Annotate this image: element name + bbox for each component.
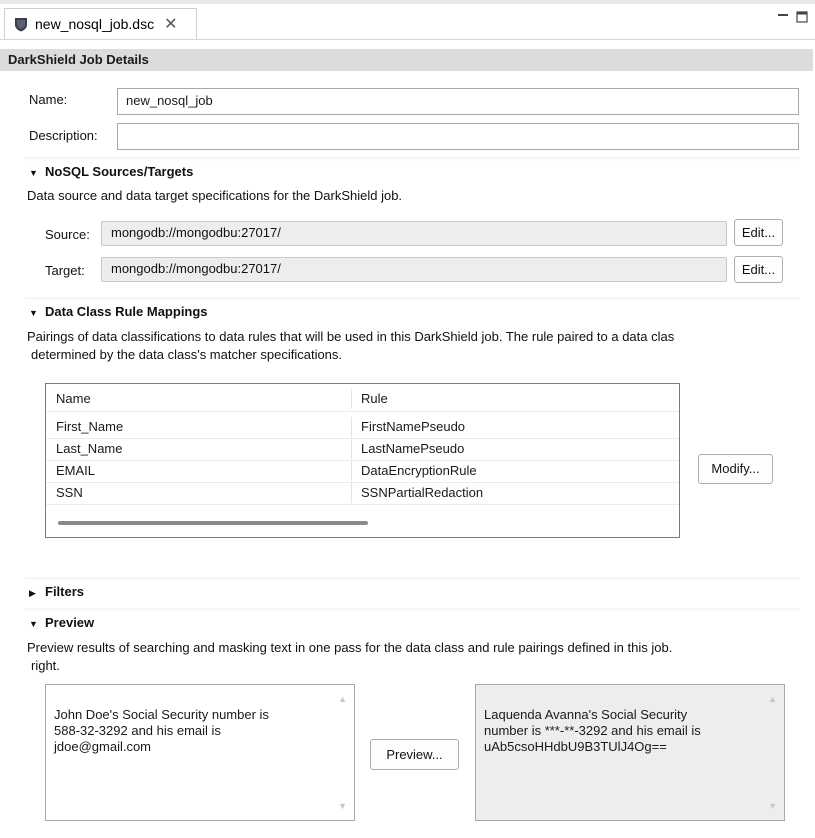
cell-rule: SSNPartialRedaction [361, 485, 484, 500]
nosql-section-header[interactable]: ▼ NoSQL Sources/Targets [29, 164, 193, 179]
filters-section-header[interactable]: ▶ Filters [29, 584, 84, 599]
table-header-row: Name Rule [46, 389, 679, 409]
scroll-down-icon[interactable]: ▼ [768, 798, 777, 814]
description-label: Description: [29, 128, 98, 143]
column-header-rule[interactable]: Rule [361, 389, 388, 409]
column-divider [351, 417, 352, 437]
section-separator [25, 157, 800, 161]
minimize-icon[interactable] [776, 10, 790, 24]
mappings-table[interactable]: Name Rule First_Name FirstNamePseudo Las… [45, 383, 680, 538]
section-separator [25, 608, 800, 612]
target-label: Target: [45, 263, 85, 278]
preview-section-title: Preview [45, 615, 95, 630]
tab-bar-top-strip [0, 0, 815, 4]
nosql-section-title: NoSQL Sources/Targets [45, 164, 194, 179]
modify-button[interactable]: Modify... [698, 454, 773, 484]
expanded-triangle-icon: ▼ [29, 619, 38, 629]
collapsed-triangle-icon: ▶ [29, 588, 36, 598]
cell-name: SSN [56, 485, 83, 500]
tab-bar-divider [0, 39, 815, 40]
preview-button[interactable]: Preview... [370, 739, 459, 770]
cell-rule: LastNamePseudo [361, 441, 465, 456]
cell-name: Last_Name [56, 441, 123, 456]
description-input[interactable] [117, 123, 799, 150]
cell-name: EMAIL [56, 463, 96, 478]
preview-description-line1: Preview results of searching and masking… [27, 640, 673, 655]
table-row[interactable]: EMAIL DataEncryptionRule [46, 461, 679, 481]
source-label: Source: [45, 227, 90, 242]
row-separator [46, 504, 679, 505]
mappings-section-title: Data Class Rule Mappings [45, 304, 208, 319]
preview-input-text: John Doe's Social Security number is 588… [54, 707, 269, 754]
section-separator [25, 577, 800, 581]
preview-output-text: Laquenda Avanna's Social Security number… [484, 707, 701, 754]
form-header: DarkShield Job Details [0, 49, 813, 71]
column-header-name[interactable]: Name [56, 389, 91, 409]
table-row[interactable]: Last_Name LastNamePseudo [46, 439, 679, 459]
expanded-triangle-icon: ▼ [29, 168, 38, 178]
cell-rule: DataEncryptionRule [361, 463, 477, 478]
section-separator [25, 297, 800, 301]
column-divider [351, 439, 352, 459]
editor-tab[interactable]: new_nosql_job.dsc ✕ [4, 8, 197, 39]
tab-close-icon[interactable]: ✕ [164, 14, 177, 34]
scroll-down-icon[interactable]: ▼ [338, 798, 347, 814]
target-edit-button[interactable]: Edit... [734, 256, 783, 283]
darkshield-file-icon [15, 18, 27, 32]
preview-section-header[interactable]: ▼ Preview [29, 615, 94, 630]
table-row[interactable]: SSN SSNPartialRedaction [46, 483, 679, 503]
cell-rule: FirstNamePseudo [361, 419, 466, 434]
mappings-section-header[interactable]: ▼ Data Class Rule Mappings [29, 304, 208, 319]
column-divider [351, 389, 352, 409]
source-edit-button[interactable]: Edit... [734, 219, 783, 246]
target-field[interactable]: mongodb://mongodbu:27017/ [101, 257, 727, 282]
mappings-description-line2: determined by the data class's matcher s… [31, 347, 343, 362]
name-label: Name: [29, 92, 68, 107]
mappings-description-line1: Pairings of data classifications to data… [27, 329, 675, 344]
scroll-up-icon[interactable]: ▲ [338, 691, 347, 707]
row-separator [46, 411, 679, 412]
source-field[interactable]: mongodb://mongodbu:27017/ [101, 221, 727, 246]
maximize-icon[interactable] [795, 10, 809, 24]
cell-name: First_Name [56, 419, 124, 434]
preview-description-line2: right. [31, 658, 60, 673]
column-divider [351, 461, 352, 481]
scroll-up-icon[interactable]: ▲ [768, 691, 777, 707]
nosql-description: Data source and data target specificatio… [27, 188, 403, 203]
name-input[interactable]: new_nosql_job [117, 88, 799, 115]
filters-section-title: Filters [45, 584, 85, 599]
horizontal-scrollbar-thumb[interactable] [58, 521, 368, 525]
expanded-triangle-icon: ▼ [29, 308, 38, 318]
column-divider [351, 483, 352, 503]
preview-input-textarea[interactable]: John Doe's Social Security number is 588… [45, 684, 355, 821]
preview-output-textarea[interactable]: Laquenda Avanna's Social Security number… [475, 684, 785, 821]
tab-title: new_nosql_job.dsc [35, 16, 155, 32]
table-row[interactable]: First_Name FirstNamePseudo [46, 417, 679, 437]
